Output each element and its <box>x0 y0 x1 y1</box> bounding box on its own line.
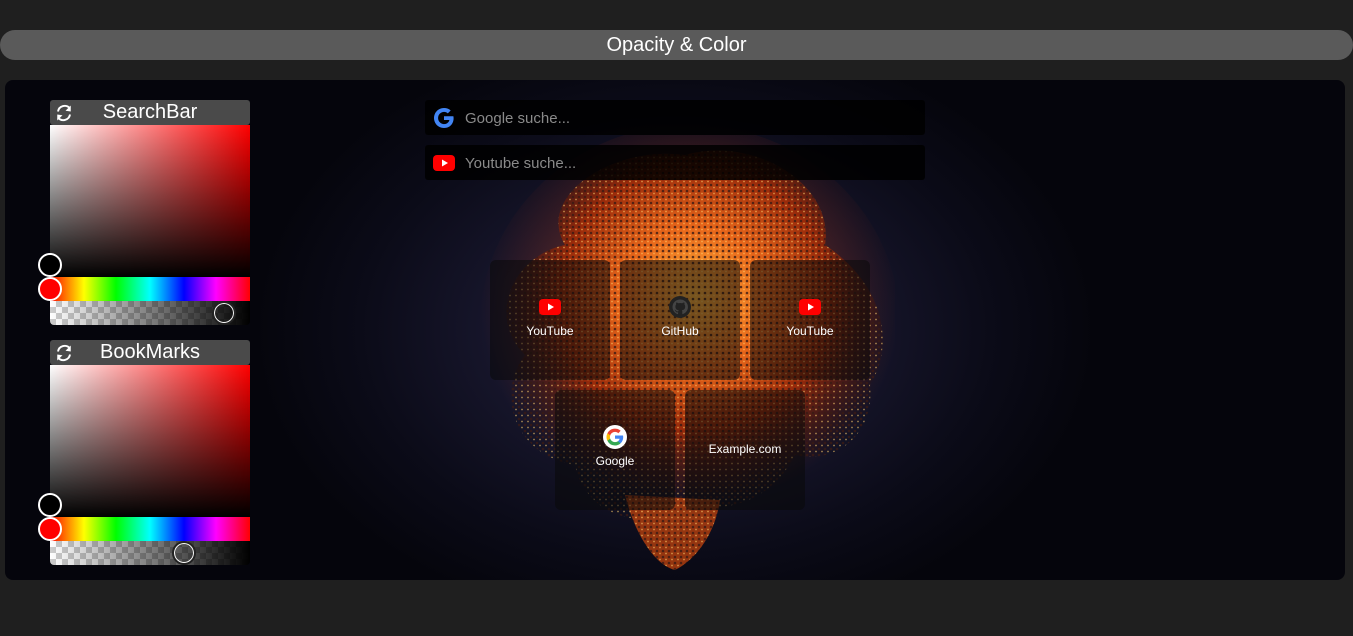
hue-handle[interactable] <box>38 277 62 301</box>
preview-stage: SearchBar BookMarks Google suche... Yout… <box>5 80 1345 580</box>
youtube-icon <box>539 299 561 315</box>
page-title: Opacity & Color <box>0 30 1353 60</box>
github-icon <box>669 296 691 318</box>
google-icon <box>603 425 627 449</box>
alpha-handle[interactable] <box>212 301 236 325</box>
bookmark-tile-example[interactable]: Example.com <box>685 390 805 510</box>
bookmark-label: Example.com <box>708 442 782 456</box>
bookmark-tile-youtube[interactable]: YouTube <box>490 260 610 380</box>
alpha-slider[interactable] <box>50 541 250 565</box>
bookmarks-picker-label: BookMarks <box>99 341 201 363</box>
saturation-value-area[interactable] <box>38 365 250 517</box>
alpha-slider[interactable] <box>50 301 250 325</box>
bookmark-tile-youtube[interactable]: YouTube <box>750 260 870 380</box>
saturation-value-area[interactable] <box>38 125 250 277</box>
bookmark-label: GitHub <box>661 324 699 338</box>
bookmark-label: YouTube <box>786 324 834 338</box>
searchbar-picker-header: SearchBar <box>50 100 250 125</box>
alpha-handle[interactable] <box>172 541 196 565</box>
saturation-handle[interactable] <box>38 493 62 517</box>
bookmarks-picker-header: BookMarks <box>50 340 250 365</box>
google-search-bar <box>425 100 925 137</box>
hue-handle[interactable] <box>38 517 62 541</box>
youtube-search-bar <box>425 145 925 182</box>
bookmark-label: Google <box>595 454 635 468</box>
google-icon <box>434 108 454 128</box>
saturation-handle[interactable] <box>38 253 62 277</box>
hue-slider[interactable] <box>38 517 250 541</box>
bookmark-tile-github[interactable]: GitHub <box>620 260 740 380</box>
bookmark-label: YouTube <box>526 324 574 338</box>
searchbar-picker-label: SearchBar <box>102 101 198 123</box>
searchbar-color-picker: SearchBar <box>38 100 250 325</box>
youtube-search-input[interactable] <box>463 145 917 182</box>
bookmarks-color-picker: BookMarks <box>38 340 250 565</box>
bookmark-tile-google[interactable]: Google <box>555 390 675 510</box>
youtube-icon <box>433 155 455 171</box>
hue-slider[interactable] <box>38 277 250 301</box>
google-search-input[interactable] <box>463 100 917 137</box>
reset-icon[interactable] <box>55 344 73 362</box>
youtube-icon <box>799 299 821 315</box>
reset-icon[interactable] <box>55 104 73 122</box>
